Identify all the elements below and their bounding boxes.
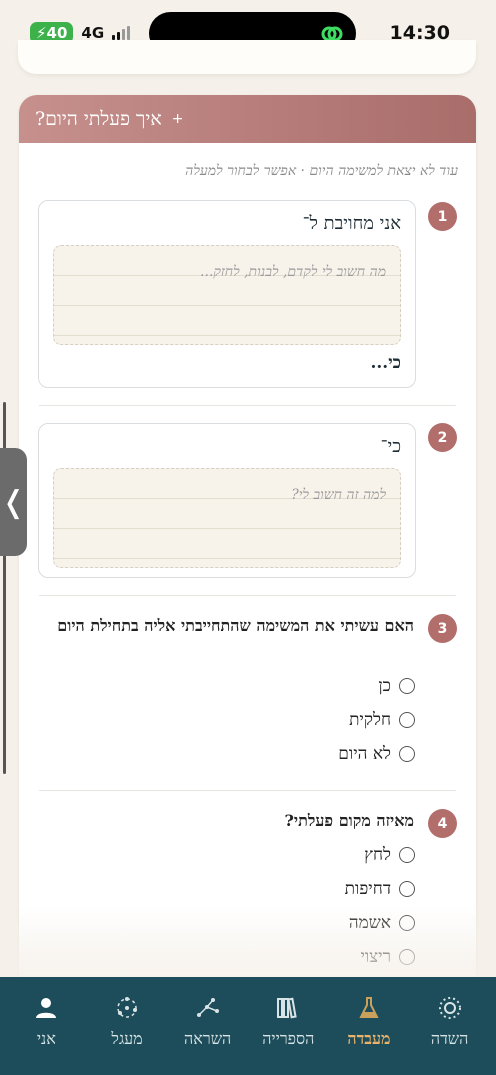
divider — [39, 595, 456, 596]
nav-item-field[interactable]: השדה — [410, 995, 490, 1075]
radio-yes[interactable] — [399, 678, 415, 694]
nav-item-inspiration[interactable]: השראה — [168, 995, 248, 1075]
because-suffix: כי... — [370, 353, 401, 373]
question-number-3: 3 — [428, 614, 457, 643]
option-partial-label: חלקית — [349, 710, 391, 730]
divider — [39, 405, 456, 406]
reason-input[interactable]: למה זה חשוב לי? — [53, 468, 401, 568]
option-pressure-label: לחץ — [364, 845, 391, 865]
question-number-1: 1 — [428, 202, 457, 231]
question-number-2: 2 — [428, 423, 457, 452]
question-number-4: 4 — [428, 809, 457, 838]
commitment-placeholder: מה חשוב לי לקדם, לבנות, לחזק... — [200, 264, 386, 280]
nav-label-lab: מעבדה — [347, 1029, 391, 1048]
option-urgency[interactable]: דחיפות — [345, 879, 415, 899]
option-yes[interactable]: כן — [378, 676, 415, 696]
commitment-input[interactable]: מה חשוב לי לקדם, לבנות, לחזק... — [53, 245, 401, 345]
nav-label-me: אני — [36, 1029, 56, 1048]
section-title: איך פעלתי היום? — [35, 107, 162, 130]
option-pleasing[interactable]: ריצוי — [360, 947, 415, 967]
reason-label: כי־ — [380, 436, 401, 457]
nav-label-field: השדה — [430, 1029, 469, 1048]
nav-item-library[interactable]: הספרייה — [248, 995, 328, 1075]
option-not-today-label: לא היום — [338, 744, 391, 764]
side-drawer-handle[interactable]: ❬ — [0, 448, 27, 556]
reason-box: כי־ למה זה חשוב לי? — [38, 423, 416, 578]
nav-item-me[interactable]: אני — [6, 995, 86, 1075]
nav-item-circle[interactable]: מעגל — [87, 995, 167, 1075]
reason-placeholder: למה זה חשוב לי? — [291, 487, 386, 503]
radio-pleasing[interactable] — [399, 949, 415, 965]
flask-icon — [359, 997, 379, 1018]
section-header[interactable]: + איך פעלתי היום? — [19, 95, 476, 143]
motivation-question: מאיזה מקום פעלתי? — [284, 811, 414, 830]
radio-not-today[interactable] — [399, 746, 415, 762]
reflection-card: + איך פעלתי היום? עוד לא יצאת למשימה היו… — [19, 95, 476, 985]
section-hint: עוד לא יצאת למשימה היום · אפשר לבחור למע… — [185, 163, 458, 179]
nav-item-lab[interactable]: מעבדה — [329, 995, 409, 1075]
circle-icon — [117, 997, 137, 1018]
plus-icon[interactable]: + — [172, 111, 184, 127]
commitment-label: אני מחויבת ל־ — [302, 213, 401, 234]
constellation-icon — [196, 998, 219, 1017]
field-icon — [438, 997, 461, 1019]
previous-card — [18, 40, 476, 74]
option-guilt[interactable]: אשמה — [349, 913, 415, 933]
option-yes-label: כן — [378, 676, 391, 696]
task-done-question: האם עשיתי את המשימה שהתחייבתי אליה בתחיל… — [57, 616, 414, 635]
option-guilt-label: אשמה — [348, 913, 391, 933]
commitment-box: אני מחויבת ל־ מה חשוב לי לקדם, לבנות, לח… — [38, 200, 416, 388]
option-pressure[interactable]: לחץ — [364, 845, 415, 865]
signal-icon — [112, 26, 131, 40]
option-urgency-label: דחיפות — [344, 879, 391, 899]
divider — [39, 790, 456, 791]
bottom-nav: השדה מעבדה הספרייה השראה מעגל אני — [0, 977, 496, 1075]
radio-partial[interactable] — [399, 712, 415, 728]
library-icon — [277, 997, 297, 1019]
radio-guilt[interactable] — [399, 915, 415, 931]
radio-pressure[interactable] — [399, 847, 415, 863]
option-partial[interactable]: חלקית — [349, 710, 415, 730]
person-icon — [36, 998, 57, 1018]
nav-label-circle: מעגל — [111, 1029, 143, 1048]
chevron-left-icon: ❬ — [0, 484, 27, 520]
nav-label-library: הספרייה — [262, 1029, 315, 1048]
option-pleasing-label: ריצוי — [360, 947, 391, 967]
radio-urgency[interactable] — [399, 881, 415, 897]
option-not-today[interactable]: לא היום — [338, 744, 415, 764]
nav-label-inspiration: השראה — [184, 1029, 232, 1048]
